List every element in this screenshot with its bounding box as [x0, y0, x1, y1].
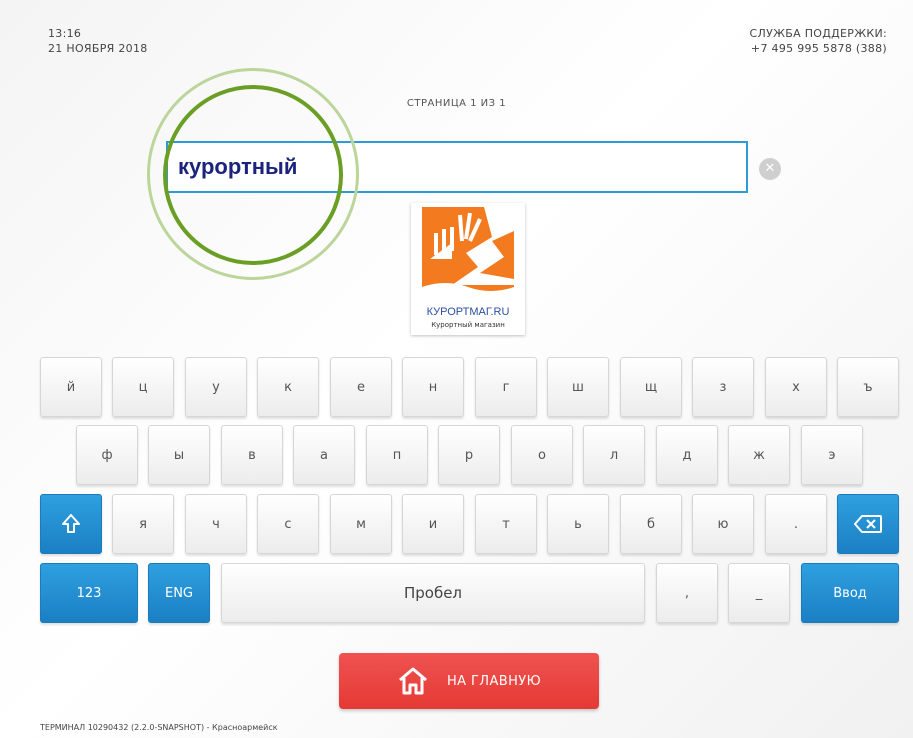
key[interactable]: и	[402, 494, 464, 554]
key[interactable]: х	[765, 357, 827, 417]
language-button[interactable]: ENG	[148, 563, 210, 623]
home-icon	[398, 667, 427, 695]
result-tile[interactable]: КУРОРТМАГ.RU Курортный магазин	[411, 203, 525, 335]
key[interactable]: ц	[112, 357, 174, 417]
clear-icon[interactable]: ✕	[759, 158, 781, 180]
key[interactable]: н	[402, 357, 464, 417]
kurortmag-logo-icon	[422, 207, 514, 303]
support-info: СЛУЖБА ПОДДЕРЖКИ: +7 495 995 5878 (388)	[750, 26, 887, 56]
highlight-ring-inner	[163, 85, 343, 265]
key[interactable]: п	[366, 425, 428, 485]
key[interactable]: э	[801, 425, 863, 485]
datetime: 13:16 21 НОЯБРЯ 2018	[48, 26, 148, 56]
page-indicator: СТРАНИЦА 1 ИЗ 1	[406, 98, 507, 109]
backspace-button[interactable]	[837, 494, 899, 554]
space-bar[interactable]: Пробел	[221, 563, 645, 623]
key[interactable]: ж	[728, 425, 790, 485]
key[interactable]: ь	[547, 494, 609, 554]
key[interactable]: .	[765, 494, 827, 554]
key[interactable]: о	[511, 425, 573, 485]
key[interactable]: ю	[692, 494, 754, 554]
key[interactable]: у	[185, 357, 247, 417]
key[interactable]: а	[293, 425, 355, 485]
home-button-label: НА ГЛАВНУЮ	[446, 673, 542, 689]
key[interactable]: р	[438, 425, 500, 485]
key[interactable]: ф	[76, 425, 138, 485]
key[interactable]: й	[40, 357, 102, 417]
key[interactable]: б	[620, 494, 682, 554]
shift-button[interactable]	[40, 494, 102, 554]
key[interactable]: м	[330, 494, 392, 554]
result-brand: КУРОРТМАГ.RU	[426, 306, 510, 318]
result-caption: Курортный магазин	[431, 321, 505, 329]
key[interactable]: с	[257, 494, 319, 554]
key[interactable]: ш	[547, 357, 609, 417]
numbers-button[interactable]: 123	[40, 563, 138, 623]
enter-button[interactable]: Ввод	[801, 563, 899, 623]
key[interactable]: я	[112, 494, 174, 554]
underscore-key[interactable]: _	[728, 563, 790, 623]
home-button[interactable]: НА ГЛАВНУЮ	[339, 653, 599, 709]
support-phone: +7 495 995 5878 (388)	[750, 42, 887, 55]
key[interactable]: л	[583, 425, 645, 485]
key[interactable]: т	[475, 494, 537, 554]
terminal-footer: ТЕРМИНАЛ 10290432 (2.2.0-SNAPSHOT) - Кра…	[40, 723, 278, 732]
key[interactable]: в	[221, 425, 283, 485]
support-label: СЛУЖБА ПОДДЕРЖКИ:	[749, 27, 887, 40]
key[interactable]: д	[656, 425, 718, 485]
key[interactable]: ъ	[837, 357, 899, 417]
shift-arrow-icon	[62, 514, 80, 533]
key[interactable]: з	[692, 357, 754, 417]
comma-key[interactable]: ,	[656, 563, 718, 623]
time-label: 13:16	[48, 27, 82, 40]
key[interactable]: ы	[148, 425, 210, 485]
key[interactable]: г	[475, 357, 537, 417]
key[interactable]: ч	[185, 494, 247, 554]
date-label: 21 НОЯБРЯ 2018	[48, 42, 148, 55]
key[interactable]: к	[257, 357, 319, 417]
backspace-icon	[854, 515, 882, 533]
key[interactable]: е	[330, 357, 392, 417]
key[interactable]: щ	[620, 357, 682, 417]
